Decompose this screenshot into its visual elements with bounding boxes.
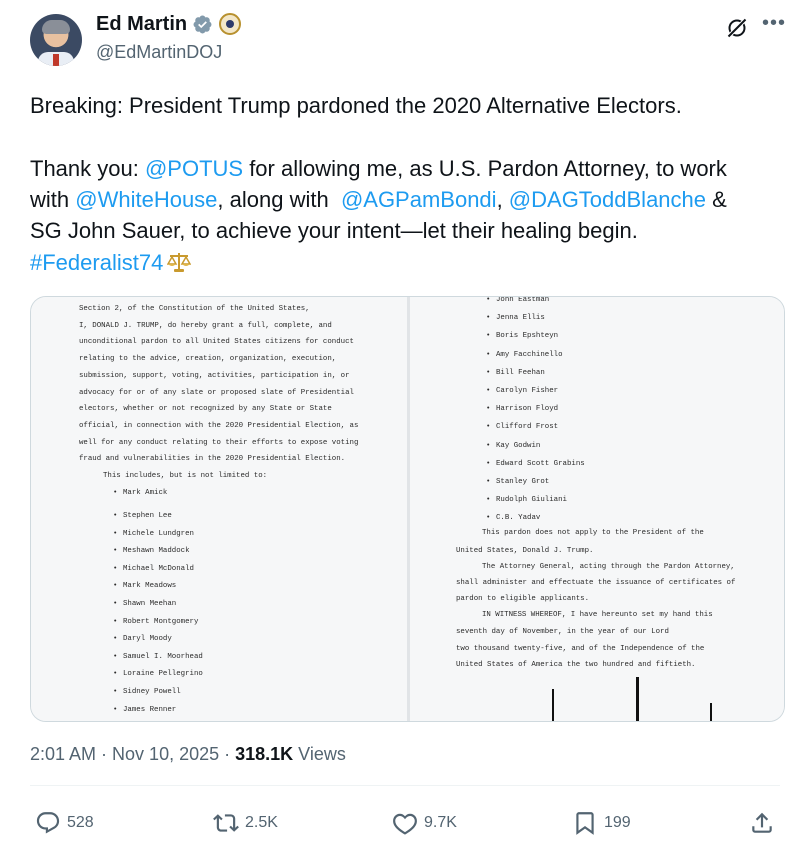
- hashtag-federalist74[interactable]: #Federalist74: [30, 250, 163, 275]
- pardon-name: Carolyn Fisher: [486, 387, 558, 395]
- document-text-line: shall administer and effectuate the issu…: [456, 579, 736, 587]
- pardon-name: Boris Epshteyn: [486, 332, 558, 340]
- separator-dot: ·: [219, 744, 236, 764]
- repost-icon: [213, 814, 239, 832]
- post-date[interactable]: Nov 10, 2025: [112, 744, 219, 764]
- reply-count: 528: [67, 814, 94, 831]
- post-timestamp: 2:01 AM · Nov 10, 2025 · 318.1K Views: [30, 744, 346, 765]
- mention-agpambondi[interactable]: @AGPamBondi: [341, 187, 497, 212]
- pardon-name: John Eastman: [486, 297, 549, 304]
- pardon-name: Rudolph Giuliani: [486, 496, 567, 504]
- document-page-right[interactable]: John Eastman Jenna Ellis Boris Epshteyn Amy…: [410, 297, 784, 721]
- document-text-line: unconditional pardon to all United State…: [79, 338, 354, 347]
- author-name[interactable]: Ed Martin: [96, 13, 187, 36]
- post-text-line: with @WhiteHouse, along with @AGPamBondi…: [30, 184, 727, 215]
- pardon-name: Mark Meadows: [113, 582, 176, 590]
- pardon-name: Sidney Powell: [113, 688, 181, 696]
- doj-seal-icon: [219, 13, 241, 35]
- separator-dot: ·: [96, 744, 113, 764]
- post-text: Thank you:: [30, 156, 145, 181]
- pardon-name: Shawn Meehan: [113, 600, 176, 608]
- views-count: 318.1K: [235, 744, 294, 764]
- signature-stroke: [636, 677, 639, 721]
- mention-dagtoddblanche[interactable]: @DAGToddBlanche: [509, 187, 706, 212]
- pardon-name: Mark Amick: [113, 489, 167, 497]
- pardon-name: Daryl Moody: [113, 635, 172, 643]
- post-text-line: Thank you: @POTUS for allowing me, as U.…: [30, 153, 727, 184]
- pardon-name: Michael McDonald: [113, 565, 194, 573]
- pardon-name: James Renner: [113, 706, 176, 714]
- bookmark-icon: [576, 812, 594, 835]
- post-text: ,: [496, 187, 509, 212]
- document-text-line: submission, support, voting, activities,…: [79, 371, 350, 380]
- document-text-line: seventh day of November, in the year of …: [456, 628, 669, 636]
- post-text: with: [30, 187, 76, 212]
- document-text-line: This includes, but is not limited to:: [103, 472, 268, 480]
- like-count: 9.7K: [424, 814, 457, 831]
- document-text-line: electors, whether or not recognized by a…: [79, 405, 332, 414]
- bookmark-count: 199: [604, 814, 631, 831]
- pardon-name: C.B. Yadav: [486, 514, 540, 522]
- signature-stroke: [552, 689, 554, 721]
- document-text-line: pardon to eligible applicants.: [456, 595, 590, 603]
- pardon-name: Bill Feehan: [486, 369, 545, 377]
- divider: [30, 785, 780, 786]
- grok-icon[interactable]: [725, 16, 749, 40]
- document-text-line: This pardon does not apply to the Presid…: [482, 529, 704, 537]
- pardon-name: Samuel I. Moorhead: [113, 653, 203, 661]
- document-text-line: advocacy for or of any slate or proposed…: [79, 388, 354, 397]
- author-handle[interactable]: @EdMartinDOJ: [96, 42, 222, 63]
- views-label: Views: [293, 744, 346, 764]
- document-text-line: official, in connection with the 2020 Pr…: [79, 421, 359, 430]
- media-image-grid[interactable]: Section 2, of the Constitution of the Un…: [30, 296, 785, 722]
- pardon-name: Stephen Lee: [113, 512, 172, 520]
- heart-icon: [393, 813, 417, 835]
- share-button[interactable]: [749, 810, 781, 836]
- document-text-line: IN WITNESS WHEREOF, I have hereunto set …: [482, 611, 713, 619]
- pardon-name: Harrison Floyd: [486, 405, 558, 413]
- mention-whitehouse[interactable]: @WhiteHouse: [75, 187, 217, 212]
- document-text-line: fraud and vulnerabilities in the 2020 Pr…: [79, 455, 346, 464]
- like-button[interactable]: 9.7K: [392, 810, 457, 836]
- post-text: , along with: [217, 187, 341, 212]
- post-text: for allowing me, as U.S. Pardon Attorney…: [243, 156, 727, 181]
- pardon-name: Meshawn Maddock: [113, 547, 189, 555]
- share-icon: [752, 812, 772, 833]
- balance-scale-icon: [167, 253, 192, 272]
- bookmark-button[interactable]: 199: [572, 810, 631, 836]
- post-time[interactable]: 2:01 AM: [30, 744, 96, 764]
- mention-potus[interactable]: @POTUS: [145, 156, 243, 181]
- repost-count: 2.5K: [245, 814, 278, 831]
- document-text-line: I, DONALD J. TRUMP, do hereby grant a fu…: [79, 321, 332, 330]
- post-text: &: [706, 187, 727, 212]
- pardon-name: Jenna Ellis: [486, 314, 545, 322]
- post-text-line: #Federalist74: [30, 247, 192, 278]
- pardon-name: Michele Lundgren: [113, 530, 194, 538]
- pardon-name: Robert Montgomery: [113, 618, 198, 626]
- document-text-line: The Attorney General, acting through the…: [482, 563, 735, 571]
- document-text-line: United States, Donald J. Trump.: [456, 547, 594, 555]
- document-text-line: United States of America the two hundred…: [456, 661, 696, 669]
- verified-badge-icon: [193, 15, 212, 34]
- more-icon[interactable]: •••: [762, 13, 786, 33]
- post-text-line: SG John Sauer, to achieve your intent—le…: [30, 218, 638, 243]
- reply-button[interactable]: 528: [35, 810, 94, 836]
- document-text-line: Section 2, of the Constitution of the Un…: [79, 305, 310, 313]
- repost-button[interactable]: 2.5K: [213, 810, 278, 836]
- reply-icon: [36, 812, 60, 834]
- pardon-name: Kay Godwin: [486, 442, 540, 450]
- pardon-name: Amy Facchinello: [486, 351, 562, 359]
- signature-stroke: [710, 703, 712, 721]
- avatar[interactable]: [30, 14, 82, 66]
- pardon-name: Loraine Pellegrino: [113, 670, 203, 678]
- pardon-name: Stanley Grot: [486, 478, 549, 486]
- document-text-line: relating to the advice, creation, organi…: [79, 355, 337, 364]
- document-page-left[interactable]: Section 2, of the Constitution of the Un…: [31, 297, 407, 721]
- document-text-line: two thousand twenty-five, and of the Ind…: [456, 645, 705, 653]
- pardon-name: Edward Scott Grabins: [486, 460, 585, 468]
- document-text-line: well for any conduct relating to their e…: [79, 438, 359, 447]
- pardon-name: Clifford Frost: [486, 423, 558, 431]
- post-text-line: Breaking: President Trump pardoned the 2…: [30, 93, 682, 118]
